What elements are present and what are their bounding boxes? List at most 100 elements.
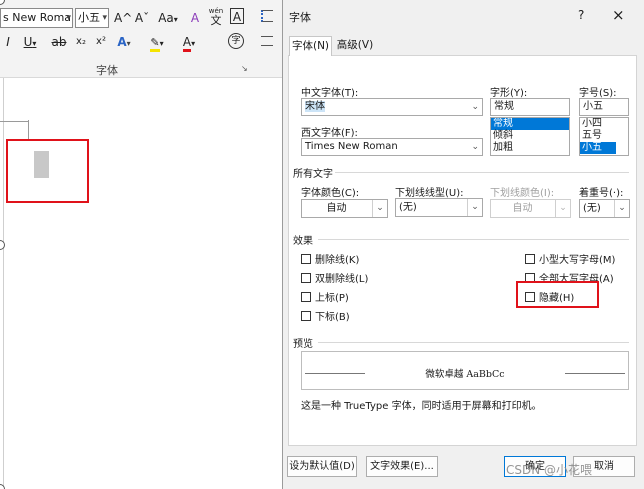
underline-type-dropdown[interactable]: (无) ⌄ xyxy=(395,198,483,217)
size-label: 字号(S): xyxy=(579,88,617,99)
list-item[interactable]: 加粗 xyxy=(491,142,569,154)
truetype-note: 这是一种 TrueType 字体，同时适用于屏幕和打印机。 xyxy=(301,401,542,412)
align-left-icon[interactable] xyxy=(261,36,273,46)
font-name-value: s New Romar xyxy=(3,11,73,24)
style-listbox[interactable]: 常规 倾斜 加粗 xyxy=(490,117,570,156)
page-corner-mark xyxy=(0,121,28,122)
annotation-highlight-box xyxy=(516,281,599,308)
font-color-button[interactable]: A▾ xyxy=(176,32,202,52)
list-item[interactable]: 五号 xyxy=(580,130,628,142)
checkbox[interactable] xyxy=(525,254,535,264)
chinese-font-label: 中文字体(T): xyxy=(301,88,359,99)
style-value: 常规 xyxy=(494,101,514,112)
superscript-button[interactable]: x² xyxy=(94,32,108,52)
list-item[interactable]: 小五 xyxy=(580,142,616,154)
set-default-button[interactable]: 设为默认值(D) xyxy=(287,456,357,477)
divider xyxy=(318,342,629,343)
enclose-characters-button[interactable]: 字 xyxy=(228,33,244,49)
font-size-value: 小五 xyxy=(78,11,100,24)
list-item[interactable]: 小四 xyxy=(580,118,628,130)
font-name-combobox[interactable]: s New Romar ▾ xyxy=(0,8,73,28)
effects-section-label: 效果 xyxy=(293,236,313,247)
western-font-label: 西文字体(F): xyxy=(301,128,358,139)
font-group-label: 字体 xyxy=(96,64,118,77)
subscript-button[interactable]: x₂ xyxy=(74,32,88,52)
tab-font[interactable]: 字体(N) xyxy=(289,36,332,56)
chevron-down-icon: ⌄ xyxy=(555,200,570,217)
resize-handle[interactable] xyxy=(0,484,5,489)
underline-type-value: (无) xyxy=(399,202,417,213)
size-input[interactable]: 小五 xyxy=(579,98,629,116)
chevron-down-icon[interactable]: ▾ xyxy=(102,9,107,27)
font-color-value: 自动 xyxy=(326,203,347,214)
change-case-button[interactable]: Aa▾ xyxy=(156,8,180,28)
font-color-dropdown[interactable]: 自动 ⌄ xyxy=(301,199,388,218)
text-effects-button[interactable]: A▾ xyxy=(112,32,136,52)
size-listbox[interactable]: 小四 五号 小五 xyxy=(579,117,629,156)
chevron-down-icon[interactable]: ⌄ xyxy=(614,200,629,217)
emphasis-value: (无) xyxy=(583,203,601,214)
underline-color-dropdown: 自动 ⌄ xyxy=(490,199,571,218)
strikethrough-checkbox[interactable]: 删除线(K) xyxy=(301,251,359,266)
phonetic-bottom: 文 xyxy=(210,14,222,27)
list-item[interactable]: 常规 xyxy=(491,118,569,130)
checkbox[interactable] xyxy=(301,273,311,283)
checkbox[interactable] xyxy=(301,311,311,321)
all-text-section-label: 所有文字 xyxy=(293,169,333,180)
phonetic-guide-button[interactable]: wén 文 xyxy=(208,6,224,26)
chevron-down-icon[interactable]: ⌄ xyxy=(467,199,482,216)
size-value: 小五 xyxy=(583,101,603,112)
list-item[interactable]: 倾斜 xyxy=(491,130,569,142)
watermark: CSDN @小花喂 xyxy=(506,463,593,477)
clear-format-button[interactable]: A xyxy=(186,8,204,28)
character-border-button[interactable]: A xyxy=(230,8,244,24)
paragraph-group-partial xyxy=(256,0,282,60)
font-preview: 微软卓越 AaBbCc xyxy=(301,351,629,390)
underline-type-label: 下划线线型(U): xyxy=(395,188,464,199)
small-caps-checkbox[interactable]: 小型大写字母(M) xyxy=(525,251,615,266)
subscript-checkbox[interactable]: 下标(B) xyxy=(301,308,350,323)
chevron-down-icon[interactable]: ⌄ xyxy=(372,200,387,217)
chinese-font-combobox[interactable]: 宋体 ⌄ xyxy=(301,98,483,116)
page-corner-mark xyxy=(28,120,29,140)
help-button[interactable]: ? xyxy=(578,8,584,22)
shrink-font-button[interactable]: Aˇ xyxy=(134,8,150,28)
emphasis-label: 着重号(·): xyxy=(579,188,624,199)
style-label: 字形(Y): xyxy=(490,88,528,99)
chevron-down-icon[interactable]: ▾ xyxy=(66,9,71,27)
ribbon-font-group: s New Romar ▾ 小五 ▾ A^ Aˇ Aa▾ A wén 文 A I… xyxy=(0,0,282,78)
chevron-down-icon[interactable]: ⌄ xyxy=(471,99,479,115)
style-input[interactable]: 常规 xyxy=(490,98,570,116)
resize-handle[interactable] xyxy=(0,240,5,250)
divider xyxy=(335,172,629,173)
strikethrough-button[interactable]: ab xyxy=(50,32,68,52)
dialog-launcher-icon[interactable]: ↘ xyxy=(241,64,248,73)
underline-color-value: 自动 xyxy=(512,203,533,214)
highlighter-icon: ✎ xyxy=(150,36,160,52)
chevron-down-icon[interactable]: ⌄ xyxy=(471,139,479,155)
double-strikethrough-checkbox[interactable]: 双删除线(L) xyxy=(301,270,368,285)
preview-section-label: 预览 xyxy=(293,339,313,350)
font-size-combobox[interactable]: 小五 ▾ xyxy=(75,8,109,28)
checkbox[interactable] xyxy=(301,292,311,302)
checkbox[interactable] xyxy=(301,254,311,264)
underline-button[interactable]: U▾ xyxy=(20,32,40,52)
tab-advanced[interactable]: 高级(V) xyxy=(335,36,375,56)
superscript-checkbox[interactable]: 上标(P) xyxy=(301,289,349,304)
font-dialog: 字体 ? × 字体(N) 高级(V) xyxy=(282,0,644,489)
font-color-label: 字体颜色(C): xyxy=(301,188,360,199)
western-font-value: Times New Roman xyxy=(305,141,398,152)
grow-font-button[interactable]: A^ xyxy=(114,8,132,28)
highlight-button[interactable]: ✎▾ xyxy=(144,32,170,52)
preview-sample-text: 微软卓越 AaBbCc xyxy=(425,369,505,380)
divider xyxy=(318,239,629,240)
emphasis-dropdown[interactable]: (无) ⌄ xyxy=(579,199,630,218)
annotation-highlight-box xyxy=(6,139,89,203)
text-effects-button[interactable]: 文字效果(E)... xyxy=(366,456,438,477)
western-font-combobox[interactable]: Times New Roman ⌄ xyxy=(301,138,483,156)
close-button[interactable]: × xyxy=(612,6,625,24)
italic-button[interactable]: I xyxy=(2,32,14,52)
dialog-title: 字体 xyxy=(289,11,311,24)
list-bullets-icon[interactable] xyxy=(261,10,273,22)
chinese-font-value: 宋体 xyxy=(305,101,325,112)
